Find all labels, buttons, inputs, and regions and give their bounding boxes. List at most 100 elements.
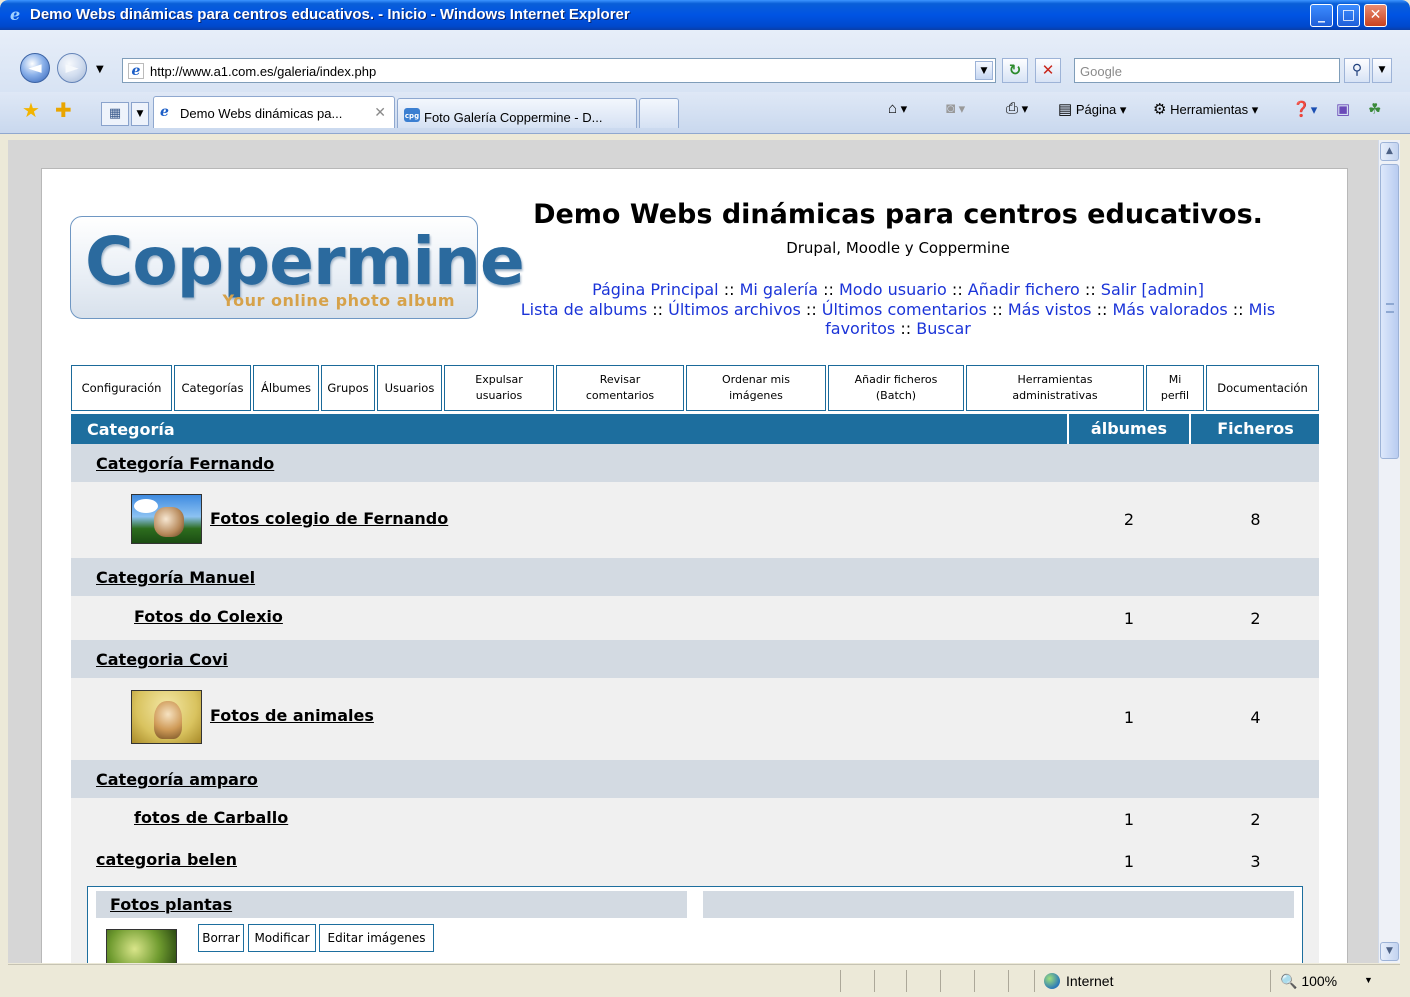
menu-link-user-mode[interactable]: Modo usuario	[839, 280, 947, 299]
print-icon[interactable]: ⎙ ▾	[1006, 100, 1028, 117]
album-count: 1	[1123, 708, 1135, 727]
new-tab-button[interactable]	[639, 98, 679, 128]
menu-link-upload-file[interactable]: Añadir fichero	[968, 280, 1080, 299]
admin-button-label: Revisar	[599, 373, 641, 386]
title-bar: e Demo Webs dinámicas para centros educa…	[0, 0, 1410, 30]
album-link[interactable]: Fotos plantas	[110, 895, 232, 914]
menu-link-home[interactable]: Página Principal	[592, 280, 719, 299]
album-link[interactable]: Fotos de animales	[210, 706, 374, 725]
tab-list-dropdown-icon[interactable]: ▼	[131, 102, 149, 126]
admin-button-label: Mi	[1168, 373, 1182, 386]
modify-button[interactable]: Modificar	[248, 924, 316, 952]
tab-label: Foto Galería Coppermine - D...	[424, 110, 603, 125]
menu-link-album-list[interactable]: Lista de albums	[521, 300, 647, 319]
album-row: fotos de Carballo 1 2	[71, 798, 1319, 840]
minimize-button[interactable]: _	[1310, 4, 1333, 27]
stop-button[interactable]: ✕	[1035, 58, 1061, 83]
admin-categories-button[interactable]: Categorías	[174, 365, 251, 411]
maximize-button[interactable]: □	[1337, 4, 1360, 27]
ie-page-icon: e	[160, 104, 169, 120]
menu-link-my-gallery[interactable]: Mi galería	[740, 280, 818, 299]
address-bar[interactable]: e http://www.a1.com.es/galeria/index.php…	[122, 58, 996, 83]
album-link[interactable]: Fotos do Colexio	[134, 607, 283, 626]
close-button[interactable]: ✕	[1364, 4, 1387, 27]
file-count: 3	[1250, 852, 1261, 871]
admin-batch-add-button[interactable]: Añadir ficheros (Batch)	[828, 365, 964, 411]
scroll-down-icon[interactable]: ▼	[1380, 942, 1399, 961]
category-link[interactable]: Categoría Fernando	[96, 454, 274, 473]
album-thumbnail[interactable]	[131, 690, 202, 744]
zoom-dropdown-icon[interactable]: ▼	[1364, 975, 1373, 985]
status-divider	[1008, 970, 1009, 992]
quick-tabs-icon[interactable]: ▦	[101, 102, 129, 126]
admin-sort-pictures-button[interactable]: Ordenar mis imágenes	[686, 365, 826, 411]
status-bar: Internet 🔍 100% ▼	[8, 964, 1400, 997]
admin-albums-button[interactable]: Álbumes	[253, 365, 319, 411]
menu-link-favorites[interactable]: favoritos	[825, 319, 895, 338]
help-icon[interactable]: ❓▾	[1292, 100, 1317, 118]
scroll-thumb[interactable]	[1380, 164, 1399, 459]
messenger-icon[interactable]: ☘	[1368, 100, 1381, 118]
admin-ban-users-button[interactable]: Expulsar usuarios	[444, 365, 554, 411]
tab-active[interactable]: e Demo Webs dinámicas pa... ✕	[153, 96, 395, 128]
edit-pictures-button[interactable]: Editar imágenes	[319, 924, 434, 952]
category-link[interactable]: categoria belen	[96, 850, 237, 869]
favorites-star-icon[interactable]: ★	[22, 100, 40, 120]
search-input[interactable]: Google	[1074, 58, 1340, 83]
admin-docs-button[interactable]: Documentación	[1206, 365, 1319, 411]
album-thumbnail[interactable]	[106, 929, 177, 963]
category-link[interactable]: Categoría amparo	[96, 770, 258, 789]
delete-button[interactable]: Borrar	[198, 924, 244, 952]
forward-button[interactable]: ►	[57, 53, 87, 83]
category-link[interactable]: Categoría Manuel	[96, 568, 255, 587]
admin-users-button[interactable]: Usuarios	[377, 365, 442, 411]
category-row: Categoria Covi	[71, 640, 1319, 678]
menu-link-last-uploads[interactable]: Últimos archivos	[668, 300, 801, 319]
scroll-up-icon[interactable]: ▲	[1380, 142, 1399, 161]
tab-close-icon[interactable]: ✕	[374, 104, 386, 121]
tools-menu[interactable]: ⚙ Herramientas ▾	[1153, 100, 1258, 118]
menu-link-last-comments[interactable]: Últimos comentarios	[822, 300, 987, 319]
subalbum-header-right	[703, 891, 1294, 918]
album-thumbnail[interactable]	[131, 494, 202, 544]
album-count: 2	[1123, 510, 1135, 529]
page-menu[interactable]: ▤ Página ▾	[1058, 100, 1126, 118]
admin-review-comments-button[interactable]: Revisar comentarios	[556, 365, 684, 411]
album-link[interactable]: fotos de Carballo	[134, 808, 288, 827]
header-category: Categoría	[87, 420, 175, 439]
status-divider	[1034, 970, 1035, 992]
admin-config-button[interactable]: Configuración	[71, 365, 172, 411]
add-favorites-icon[interactable]: ✚	[55, 100, 72, 120]
gear-icon: ⚙	[1153, 101, 1167, 118]
coppermine-logo[interactable]: Coppermine Your online photo album	[70, 216, 525, 319]
home-icon[interactable]: ⌂ ▾	[888, 100, 907, 117]
album-link[interactable]: Fotos colegio de Fernando	[210, 509, 448, 528]
menu-link-most-viewed[interactable]: Más vistos	[1008, 300, 1092, 319]
vertical-scrollbar[interactable]: ▲ ▼	[1378, 140, 1400, 963]
research-icon[interactable]: ▣	[1336, 100, 1350, 118]
admin-groups-button[interactable]: Grupos	[321, 365, 375, 411]
admin-my-profile-button[interactable]: Mi perfil	[1146, 365, 1204, 411]
tab-inactive[interactable]: cpg Foto Galería Coppermine - D...	[397, 98, 637, 128]
status-divider	[840, 970, 841, 992]
table-header: Categoría álbumes Ficheros	[71, 414, 1319, 444]
zoom-level[interactable]: 🔍 100%	[1280, 973, 1337, 990]
url-text[interactable]: http://www.a1.com.es/galeria/index.php	[150, 64, 376, 79]
feeds-icon[interactable]: ◙ ▾	[946, 100, 965, 117]
admin-tools-button[interactable]: Herramientas administrativas	[966, 365, 1144, 411]
menu-link-search[interactable]: Buscar	[916, 319, 971, 338]
category-row: categoria belen 1 3	[71, 840, 1319, 882]
menu-link-logout[interactable]: Salir [admin]	[1101, 280, 1204, 299]
search-options-icon[interactable]: ▼	[1372, 58, 1392, 83]
history-dropdown-icon[interactable]: ▼	[96, 64, 104, 75]
back-button[interactable]: ◄	[20, 53, 50, 83]
address-dropdown-icon[interactable]: ▼	[975, 61, 993, 80]
category-link[interactable]: Categoria Covi	[96, 650, 228, 669]
menu-link-favorites-part1[interactable]: Mis	[1249, 300, 1276, 319]
subalbum-box: Fotos plantas Borrar Modificar Editar im…	[87, 886, 1303, 963]
refresh-button[interactable]: ↻	[1002, 58, 1028, 83]
search-button[interactable]: ⚲	[1344, 58, 1370, 83]
menu-link-top-rated[interactable]: Más valorados	[1112, 300, 1227, 319]
tab-label: Demo Webs dinámicas pa...	[180, 106, 343, 121]
status-divider	[874, 970, 875, 992]
